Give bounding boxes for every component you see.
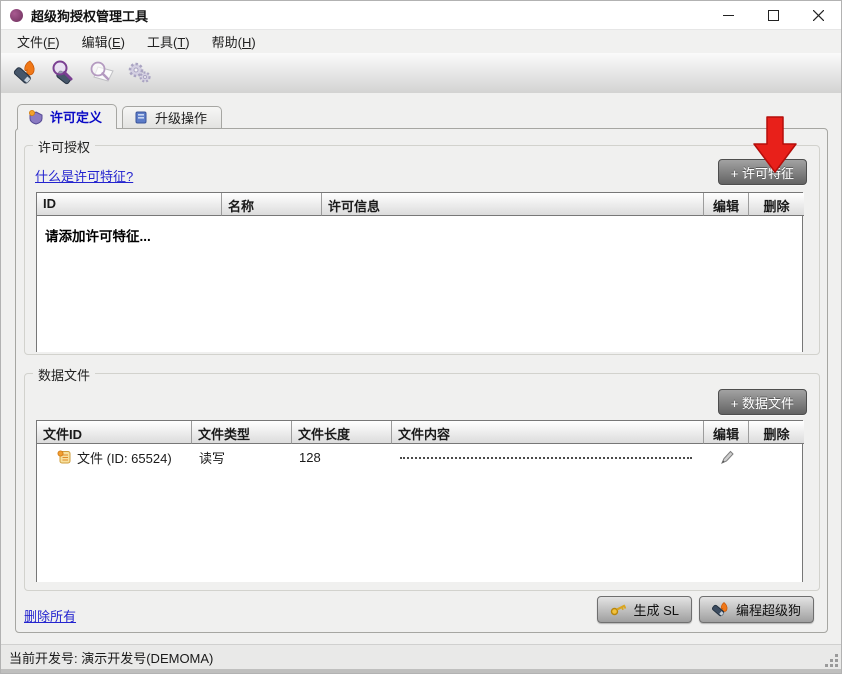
window-controls <box>706 1 841 29</box>
license-definition-panel: 许可授权 什么是许可特征? + 许可特征 ID 名称 许可信息 编辑 删除 请添… <box>15 128 828 633</box>
generate-sl-button[interactable]: 生成 SL <box>597 596 692 623</box>
license-shield-icon <box>28 109 44 125</box>
view-report-button-disabled[interactable] <box>85 58 117 88</box>
tab-upgrade-operation[interactable]: 升级操作 <box>122 106 222 128</box>
settings-gears-button-disabled[interactable] <box>123 58 155 88</box>
license-group: 许可授权 什么是许可特征? + 许可特征 ID 名称 许可信息 编辑 删除 请添… <box>24 145 820 355</box>
minimize-icon <box>723 10 734 21</box>
status-text: 当前开发号: 演示开发号(DEMOMA) <box>9 648 213 667</box>
app-icon <box>10 9 23 22</box>
datafile-group: 数据文件 + 数据文件 文件ID 文件类型 文件长度 文件内容 编辑 删除 <box>24 373 820 591</box>
upgrade-doc-icon <box>133 109 149 125</box>
license-table-body: 请添加许可特征... <box>37 216 802 352</box>
footer-buttons: 生成 SL 编程超级狗 <box>597 596 814 623</box>
file-row[interactable]: 文件 (ID: 65524) 读写 128 <box>37 444 802 470</box>
file-id-cell: 文件 (ID: 65524) <box>37 448 192 467</box>
close-icon <box>813 10 824 21</box>
column-header-file-id: 文件ID <box>37 421 192 444</box>
maximize-icon <box>768 10 779 21</box>
masked-content-dots <box>400 457 692 459</box>
generate-sl-label: 生成 SL <box>633 600 679 619</box>
license-table-header: ID 名称 许可信息 编辑 删除 <box>37 193 802 216</box>
license-table: ID 名称 许可信息 编辑 删除 请添加许可特征... <box>36 192 803 352</box>
close-button[interactable] <box>796 1 841 29</box>
minimize-button[interactable] <box>706 1 751 29</box>
tab-label: 升级操作 <box>155 108 207 127</box>
file-id-text: 文件 (ID: 65524) <box>77 448 172 467</box>
add-data-file-button[interactable]: + 数据文件 <box>718 389 807 415</box>
datafile-table: 文件ID 文件类型 文件长度 文件内容 编辑 删除 <box>36 420 803 582</box>
column-header-file-length: 文件长度 <box>292 421 392 444</box>
file-content-cell <box>392 455 704 459</box>
datafile-group-title: 数据文件 <box>33 365 95 384</box>
view-report-disabled-icon <box>86 59 116 87</box>
program-dongle-icon <box>10 59 40 87</box>
menu-help[interactable]: 帮助(H) <box>204 30 264 53</box>
edit-pencil-icon[interactable] <box>719 449 735 465</box>
column-header-file-type: 文件类型 <box>192 421 292 444</box>
program-superdog-button[interactable]: 编程超级狗 <box>699 596 814 623</box>
inspect-dongle-button[interactable] <box>47 58 79 88</box>
menu-edit[interactable]: 编辑(E) <box>74 30 133 53</box>
title-bar: 超级狗授权管理工具 <box>1 1 841 29</box>
column-header-license-info: 许可信息 <box>322 193 704 216</box>
datafile-table-body: 文件 (ID: 65524) 读写 128 <box>37 444 802 582</box>
column-header-delete: 删除 <box>749 421 804 444</box>
column-header-name: 名称 <box>222 193 322 216</box>
file-type-cell: 读写 <box>192 448 292 467</box>
column-header-delete: 删除 <box>749 193 804 216</box>
menu-tools[interactable]: 工具(T) <box>139 30 198 53</box>
tab-label: 许可定义 <box>50 107 102 126</box>
maximize-button[interactable] <box>751 1 796 29</box>
delete-all-link[interactable]: 删除所有 <box>24 606 76 625</box>
settings-gears-disabled-icon <box>124 59 154 87</box>
tab-strip: 许可定义 升级操作 <box>17 104 227 128</box>
toolbar <box>1 53 841 93</box>
tab-license-definition[interactable]: 许可定义 <box>17 104 117 129</box>
license-group-title: 许可授权 <box>33 137 95 156</box>
program-superdog-label: 编程超级狗 <box>736 600 801 619</box>
datafile-table-header: 文件ID 文件类型 文件长度 文件内容 编辑 删除 <box>37 421 802 444</box>
inspect-dongle-icon <box>48 59 78 87</box>
license-table-empty-message: 请添加许可特征... <box>37 216 802 254</box>
file-length-cell: 128 <box>292 450 392 465</box>
menu-bar: 文件(F) 编辑(E) 工具(T) 帮助(H) <box>1 29 841 53</box>
program-dongle-button[interactable] <box>9 58 41 88</box>
key-icon <box>610 603 627 616</box>
red-arrow-annotation <box>751 116 799 174</box>
column-header-edit: 编辑 <box>704 193 749 216</box>
edit-cell <box>704 449 749 465</box>
license-help-link[interactable]: 什么是许可特征? <box>35 166 133 185</box>
status-bar: 当前开发号: 演示开发号(DEMOMA) <box>1 644 841 673</box>
dongle-flame-icon <box>712 602 730 617</box>
column-header-file-content: 文件内容 <box>392 421 704 444</box>
window-title: 超级狗授权管理工具 <box>31 6 148 25</box>
app-window: 超级狗授权管理工具 文件(F) 编辑(E) 工具(T) 帮助(H) <box>0 0 842 674</box>
resize-grip[interactable] <box>825 654 839 668</box>
file-icon <box>57 450 71 464</box>
menu-file[interactable]: 文件(F) <box>9 30 68 53</box>
column-header-edit: 编辑 <box>704 421 749 444</box>
column-header-id: ID <box>37 193 222 216</box>
